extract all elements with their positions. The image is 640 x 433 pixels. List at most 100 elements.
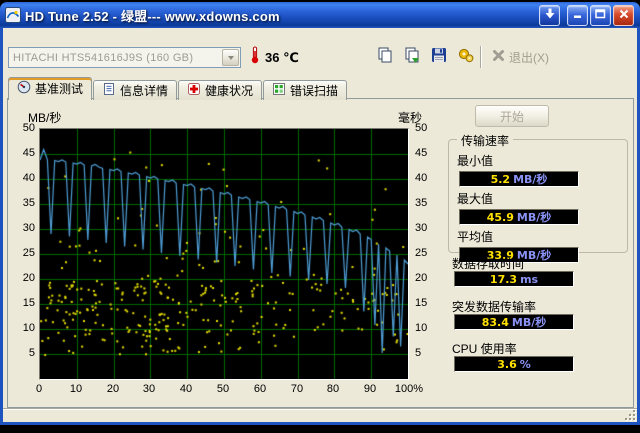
right-tick-label: 25: [415, 247, 428, 259]
tab-benchmark[interactable]: 基准测试: [8, 77, 93, 100]
exit-button[interactable]: 退出(X): [488, 47, 553, 68]
benchmark-panel: MB/秒 毫秒 50 45 40 35 30 25 20 15 10 5 50 …: [7, 98, 634, 408]
maximize-icon: [595, 6, 606, 24]
download-arrow-button[interactable]: [539, 4, 560, 26]
cpu-usage-value: 3.6: [497, 357, 517, 371]
tab-bar: 基准测试 信息详情 健康状况 错误扫描: [8, 77, 348, 100]
toolbar: [373, 45, 478, 69]
gears-icon: [457, 46, 475, 69]
minimize-button[interactable]: [567, 4, 588, 26]
close-icon: [619, 6, 629, 24]
copy-icon: [376, 46, 394, 69]
close-button[interactable]: [613, 4, 634, 26]
health-cross-icon: [187, 82, 201, 99]
cpu-usage-value-box: 3.6 %: [454, 356, 574, 372]
info-page-icon: [102, 82, 116, 99]
burst-rate-unit: MB/秒: [511, 316, 547, 329]
x-tick-label: 70: [290, 383, 304, 395]
benchmark-plot-frame: [39, 128, 409, 380]
client-area: HITACHI HTS541616J9S (160 GB) 36 ℃ 退出(X)…: [0, 28, 640, 425]
right-tick-label: 35: [415, 197, 428, 209]
access-time-value-box: 17.3 ms: [454, 271, 574, 287]
exit-x-icon: [492, 49, 505, 67]
save-icon: [430, 46, 448, 69]
x-tick-label: 100%: [394, 383, 424, 395]
x-axis-ticks: 0 10 20 30 40 50 60 70 80 90 100%: [36, 383, 429, 397]
max-unit: MB/秒: [516, 211, 552, 224]
right-tick-label: 15: [415, 297, 428, 309]
tab-label: 健康状况: [205, 83, 254, 98]
y-tick-label: 20: [22, 272, 35, 284]
x-tick-label: 0: [35, 383, 43, 395]
right-axis-ticks: 50 45 40 35 30 25 20 15 10 5: [413, 122, 437, 380]
cpu-usage-label: CPU 使用率: [452, 342, 517, 356]
min-value-box: 5.2 MB/秒: [459, 171, 579, 187]
x-tick-label: 50: [216, 383, 230, 395]
toolbar-separator: [480, 46, 482, 68]
right-tick-label: 40: [415, 172, 428, 184]
y-tick-label: 5: [28, 347, 35, 359]
burst-rate-value: 83.4: [481, 315, 509, 329]
x-tick-label: 10: [69, 383, 83, 395]
caption-buttons: [539, 4, 634, 26]
right-tick-label: 50: [415, 122, 428, 134]
copy-image-button[interactable]: [400, 45, 424, 69]
max-value-box: 45.9 MB/秒: [459, 209, 579, 225]
transfer-rate-group-title: 传输速率: [457, 132, 514, 149]
access-time-label: 数据存取时间: [452, 257, 525, 271]
benchmark-plot: [40, 129, 408, 379]
y-tick-label: 10: [22, 322, 35, 334]
titlebar[interactable]: HD Tune 2.52 - 绿盟--- www.xdowns.com: [0, 2, 640, 28]
drive-select-value: HITACHI HTS541616J9S (160 GB): [13, 51, 194, 64]
y-axis-ticks: 50 45 40 35 30 25 20 15 10 5: [10, 122, 37, 380]
resize-grip[interactable]: [624, 409, 637, 422]
tab-info[interactable]: 信息详情: [93, 80, 178, 100]
app-icon[interactable]: [5, 7, 21, 23]
max-label: 最大值: [457, 192, 494, 206]
min-unit: MB/秒: [513, 173, 548, 186]
min-value: 5.2: [490, 172, 511, 186]
window-title: HD Tune 2.52 - 绿盟--- www.xdowns.com: [25, 8, 280, 24]
x-tick-label: 80: [326, 383, 340, 395]
status-bar: [3, 408, 637, 422]
right-tick-label: 10: [415, 322, 428, 334]
access-time-unit: ms: [520, 272, 539, 286]
transfer-rate-group: 传输速率 最小值 5.2 MB/秒 最大值 45.9 MB/秒 平均值 33.9…: [448, 132, 628, 263]
tab-health[interactable]: 健康状况: [178, 80, 263, 100]
combo-dropdown-button[interactable]: [222, 49, 239, 66]
start-button[interactable]: 开始: [475, 105, 549, 127]
download-arrow-icon: [545, 6, 555, 24]
y-tick-label: 45: [22, 147, 35, 159]
right-tick-label: 30: [415, 222, 428, 234]
options-button[interactable]: [454, 45, 478, 69]
tab-label: 基准测试: [35, 82, 84, 96]
maximize-button[interactable]: [590, 4, 611, 26]
burst-rate-value-box: 83.4 MB/秒: [454, 314, 574, 330]
y-tick-label: 35: [22, 197, 35, 209]
y-tick-label: 15: [22, 297, 35, 309]
save-button[interactable]: [427, 45, 451, 69]
benchmark-gauge-icon: [17, 80, 31, 97]
x-tick-label: 30: [142, 383, 156, 395]
minimize-icon: [573, 6, 583, 24]
copy-image-icon: [403, 46, 421, 69]
y-tick-label: 40: [22, 172, 35, 184]
y-tick-label: 30: [22, 222, 35, 234]
x-tick-label: 90: [363, 383, 377, 395]
y-tick-label: 50: [22, 122, 35, 134]
cpu-usage-unit: %: [519, 357, 531, 371]
tab-error-scan[interactable]: 错误扫描: [263, 80, 348, 100]
avg-label: 平均值: [457, 230, 494, 244]
temperature-display: 36 ℃: [250, 46, 299, 68]
right-tick-label: 20: [415, 272, 428, 284]
copy-button[interactable]: [373, 45, 397, 69]
scan-blocks-icon: [272, 82, 286, 99]
start-button-label: 开始: [499, 109, 524, 124]
x-tick-label: 20: [106, 383, 120, 395]
chevron-down-icon: [227, 55, 234, 60]
temperature-value: 36 ℃: [265, 49, 299, 65]
drive-select[interactable]: HITACHI HTS541616J9S (160 GB): [8, 47, 241, 68]
min-label: 最小值: [457, 154, 494, 168]
x-tick-label: 60: [253, 383, 267, 395]
right-tick-label: 5: [415, 347, 422, 359]
